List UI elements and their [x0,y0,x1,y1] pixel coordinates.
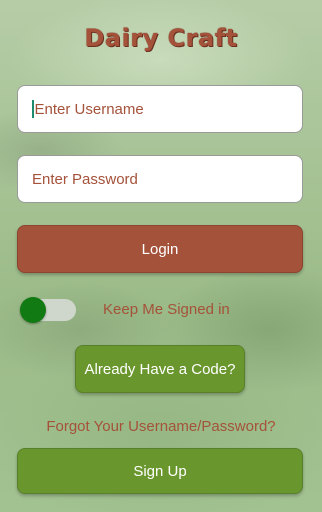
username-field[interactable]: Enter Username [17,85,303,133]
password-placeholder: Enter Password [32,170,138,188]
sign-up-button[interactable]: Sign Up [17,448,303,494]
login-button[interactable]: Login [17,225,303,273]
toggle-knob [20,297,46,323]
password-field[interactable]: Enter Password [17,155,303,203]
already-have-code-button[interactable]: Already Have a Code? [75,345,245,393]
keep-signed-in-label: Keep Me Signed in [103,301,230,318]
app-title: Dairy Craft [84,24,238,52]
username-placeholder: Enter Username [34,100,144,118]
text-cursor [32,100,34,118]
forgot-credentials-link[interactable]: Forgot Your Username/Password? [0,418,322,435]
keep-signed-in-toggle[interactable] [20,297,76,323]
